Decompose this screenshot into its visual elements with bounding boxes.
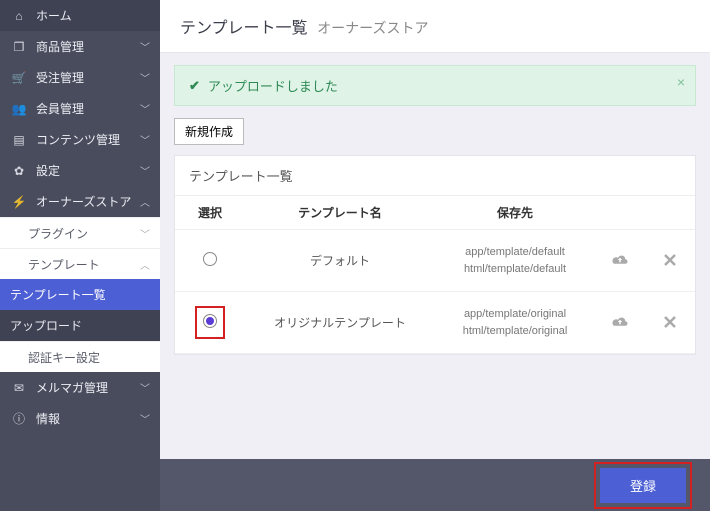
nav-info-label: 情報 [36, 410, 140, 427]
cell-name: デフォルト [245, 230, 435, 292]
new-button[interactable]: 新規作成 [174, 118, 244, 145]
chevron-down-icon: ﹀ [140, 380, 150, 395]
nav-settings[interactable]: ✿ 設定 ﹀ [0, 155, 160, 186]
nav-members[interactable]: 👥 会員管理 ﹀ [0, 93, 160, 124]
col-path: 保存先 [435, 196, 595, 230]
cell-name: オリジナルテンプレート [245, 292, 435, 354]
table-row: デフォルトapp/template/defaulthtml/template/d… [175, 230, 695, 292]
cart-icon: 🛒 [10, 71, 28, 85]
nav-home-label: ホーム [36, 7, 150, 24]
nav-mailmag-label: メルマガ管理 [36, 379, 140, 396]
nav-template-list[interactable]: テンプレート一覧 [0, 279, 160, 310]
nav-settings-label: 設定 [36, 162, 140, 179]
check-icon: ✔ [189, 78, 200, 94]
info-icon: ⓘ [10, 410, 28, 427]
chevron-down-icon: ﹀ [140, 101, 150, 116]
main: テンプレート一覧 オーナーズストア ✔ アップロードしました × 新規作成 テン… [160, 0, 710, 511]
nav-members-label: 会員管理 [36, 100, 140, 117]
nav-orders[interactable]: 🛒 受注管理 ﹀ [0, 62, 160, 93]
chevron-up-icon: ︿ [140, 257, 150, 272]
chevron-down-icon: ﹀ [140, 226, 150, 241]
chevron-down-icon: ﹀ [140, 163, 150, 178]
nav-authkey[interactable]: 認証キー設定 [0, 341, 160, 372]
cell-path: app/template/originalhtml/template/origi… [435, 292, 595, 354]
nav-owners-label: オーナーズストア [36, 193, 140, 210]
nav-template-label: テンプレート [28, 256, 140, 273]
cube-icon: ❒ [10, 40, 28, 54]
nav-template-list-label: テンプレート一覧 [10, 286, 150, 303]
download-icon[interactable] [611, 252, 629, 269]
col-name: テンプレート名 [245, 196, 435, 230]
mail-icon: ✉ [10, 381, 28, 395]
nav-authkey-label: 認証キー設定 [28, 349, 150, 366]
submit-button[interactable]: 登録 [600, 468, 686, 503]
sidebar: ⌂ ホーム ❒ 商品管理 ﹀ 🛒 受注管理 ﹀ 👥 会員管理 ﹀ ▤ コンテンツ… [0, 0, 160, 511]
alert-success: ✔ アップロードしました × [174, 65, 696, 106]
nav-plugin-label: プラグイン [28, 225, 140, 242]
chevron-up-icon: ︿ [140, 194, 150, 209]
chevron-down-icon: ﹀ [140, 70, 150, 85]
cell-path: app/template/defaulthtml/template/defaul… [435, 230, 595, 292]
template-table: 選択 テンプレート名 保存先 デフォルトapp/template/default… [175, 195, 695, 354]
panel-title: テンプレート一覧 [175, 156, 695, 195]
page-title: テンプレート一覧 [180, 20, 308, 37]
gear-icon: ✿ [10, 164, 28, 178]
close-icon[interactable]: × [677, 74, 685, 90]
chevron-down-icon: ﹀ [140, 132, 150, 147]
table-row: オリジナルテンプレートapp/template/originalhtml/tem… [175, 292, 695, 354]
radio-select[interactable] [203, 314, 217, 328]
nav-contents[interactable]: ▤ コンテンツ管理 ﹀ [0, 124, 160, 155]
nav-products-label: 商品管理 [36, 38, 140, 55]
page-header: テンプレート一覧 オーナーズストア [160, 0, 710, 53]
download-icon[interactable] [611, 314, 629, 331]
nav-template[interactable]: テンプレート ︿ [0, 248, 160, 279]
submit-highlight: 登録 [594, 462, 692, 509]
nav-info[interactable]: ⓘ 情報 ﹀ [0, 403, 160, 434]
nav-upload-label: アップロード [10, 317, 150, 334]
footer-bar: 登録 [160, 459, 710, 511]
nav-contents-label: コンテンツ管理 [36, 131, 140, 148]
home-icon: ⌂ [10, 9, 28, 23]
nav-plugin[interactable]: プラグイン ﹀ [0, 217, 160, 248]
nav-owners[interactable]: ⚡ オーナーズストア ︿ [0, 186, 160, 217]
alert-message: アップロードしました [208, 76, 338, 95]
col-select: 選択 [175, 196, 245, 230]
radio-select[interactable] [203, 252, 217, 266]
delete-icon[interactable] [664, 314, 676, 331]
chevron-down-icon: ﹀ [140, 39, 150, 54]
chevron-down-icon: ﹀ [140, 411, 150, 426]
document-icon: ▤ [10, 133, 28, 147]
nav-products[interactable]: ❒ 商品管理 ﹀ [0, 31, 160, 62]
nav-mailmag[interactable]: ✉ メルマガ管理 ﹀ [0, 372, 160, 403]
nav-orders-label: 受注管理 [36, 69, 140, 86]
nav-home[interactable]: ⌂ ホーム [0, 0, 160, 31]
users-icon: 👥 [10, 102, 28, 116]
page-subtitle: オーナーズストア [317, 20, 428, 36]
delete-icon[interactable] [664, 252, 676, 269]
nav-upload[interactable]: アップロード [0, 310, 160, 341]
template-panel: テンプレート一覧 選択 テンプレート名 保存先 デフォルトapp/templat… [174, 155, 696, 355]
plug-icon: ⚡ [10, 195, 28, 209]
